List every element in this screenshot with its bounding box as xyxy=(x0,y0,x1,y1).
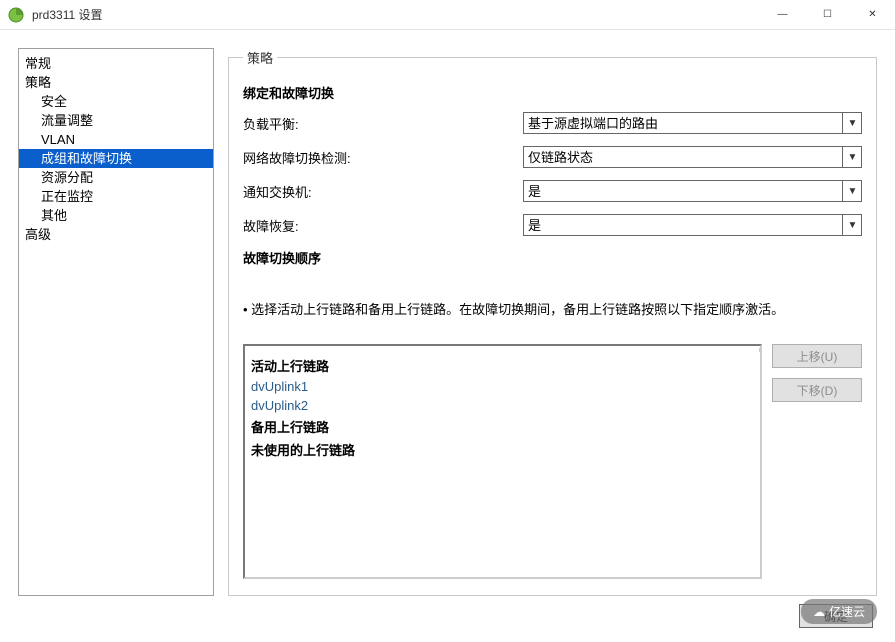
uplink-group-label: 活动上行链路 xyxy=(245,354,760,377)
maximize-button[interactable]: ☐ xyxy=(805,0,850,29)
uplink-item[interactable]: dvUplink2 xyxy=(245,396,760,415)
window-controls: — ☐ ✕ xyxy=(760,0,895,29)
uplink-group-label: 备用上行链路 xyxy=(245,415,760,438)
failover-description: 选择活动上行链路和备用上行链路。在故障切换期间，备用上行链路按照以下指定顺序激活… xyxy=(243,299,862,318)
nav-item[interactable]: 策略 xyxy=(19,73,213,92)
nav-item[interactable]: 资源分配 xyxy=(19,168,213,187)
titlebar: prd3311 设置 — ☐ ✕ xyxy=(0,0,895,30)
failover-order-header: 故障切换顺序 xyxy=(243,248,862,267)
policy-fieldset: 策略 绑定和故障切换 负载平衡: 基于源虚拟端口的路由 ▼ 网络故障切换检测: … xyxy=(228,48,877,596)
nav-item[interactable]: 正在监控 xyxy=(19,187,213,206)
window-title: prd3311 设置 xyxy=(32,6,760,23)
uplink-item[interactable]: dvUplink1 xyxy=(245,377,760,396)
failback-label: 故障恢复: xyxy=(243,216,523,235)
nav-item[interactable]: 成组和故障切换 xyxy=(19,149,213,168)
failback-select[interactable]: 是 xyxy=(523,214,862,236)
load-balancing-select[interactable]: 基于源虚拟端口的路由 xyxy=(523,112,862,134)
nav-item[interactable]: 其他 xyxy=(19,206,213,225)
notify-switches-label: 通知交换机: xyxy=(243,182,523,201)
settings-nav-tree[interactable]: 常规策略安全流量调整VLAN成组和故障切换资源分配正在监控其他高级 xyxy=(18,48,214,596)
nav-item[interactable]: 高级 xyxy=(19,225,213,244)
policy-legend: 策略 xyxy=(243,48,277,67)
failure-detection-select[interactable]: 仅链路状态 xyxy=(523,146,862,168)
nav-item[interactable]: 流量调整 xyxy=(19,111,213,130)
cloud-icon: ☁ xyxy=(813,605,825,619)
uplink-group-label: 未使用的上行链路 xyxy=(245,438,760,461)
move-down-button[interactable]: 下移(D) xyxy=(772,378,862,402)
watermark: ☁ 亿速云 xyxy=(801,599,877,624)
uplink-list[interactable]: 活动上行链路dvUplink1dvUplink2备用上行链路未使用的上行链路 xyxy=(243,344,762,579)
move-up-button[interactable]: 上移(U) xyxy=(772,344,862,368)
minimize-button[interactable]: — xyxy=(760,0,805,29)
notify-switches-select[interactable]: 是 xyxy=(523,180,862,202)
nav-item[interactable]: 常规 xyxy=(19,54,213,73)
close-button[interactable]: ✕ xyxy=(850,0,895,29)
load-balancing-label: 负载平衡: xyxy=(243,114,523,133)
teaming-header: 绑定和故障切换 xyxy=(243,83,862,102)
vsphere-icon xyxy=(8,7,24,23)
nav-item[interactable]: 安全 xyxy=(19,92,213,111)
failure-detection-label: 网络故障切换检测: xyxy=(243,148,523,167)
nav-item[interactable]: VLAN xyxy=(19,130,213,149)
